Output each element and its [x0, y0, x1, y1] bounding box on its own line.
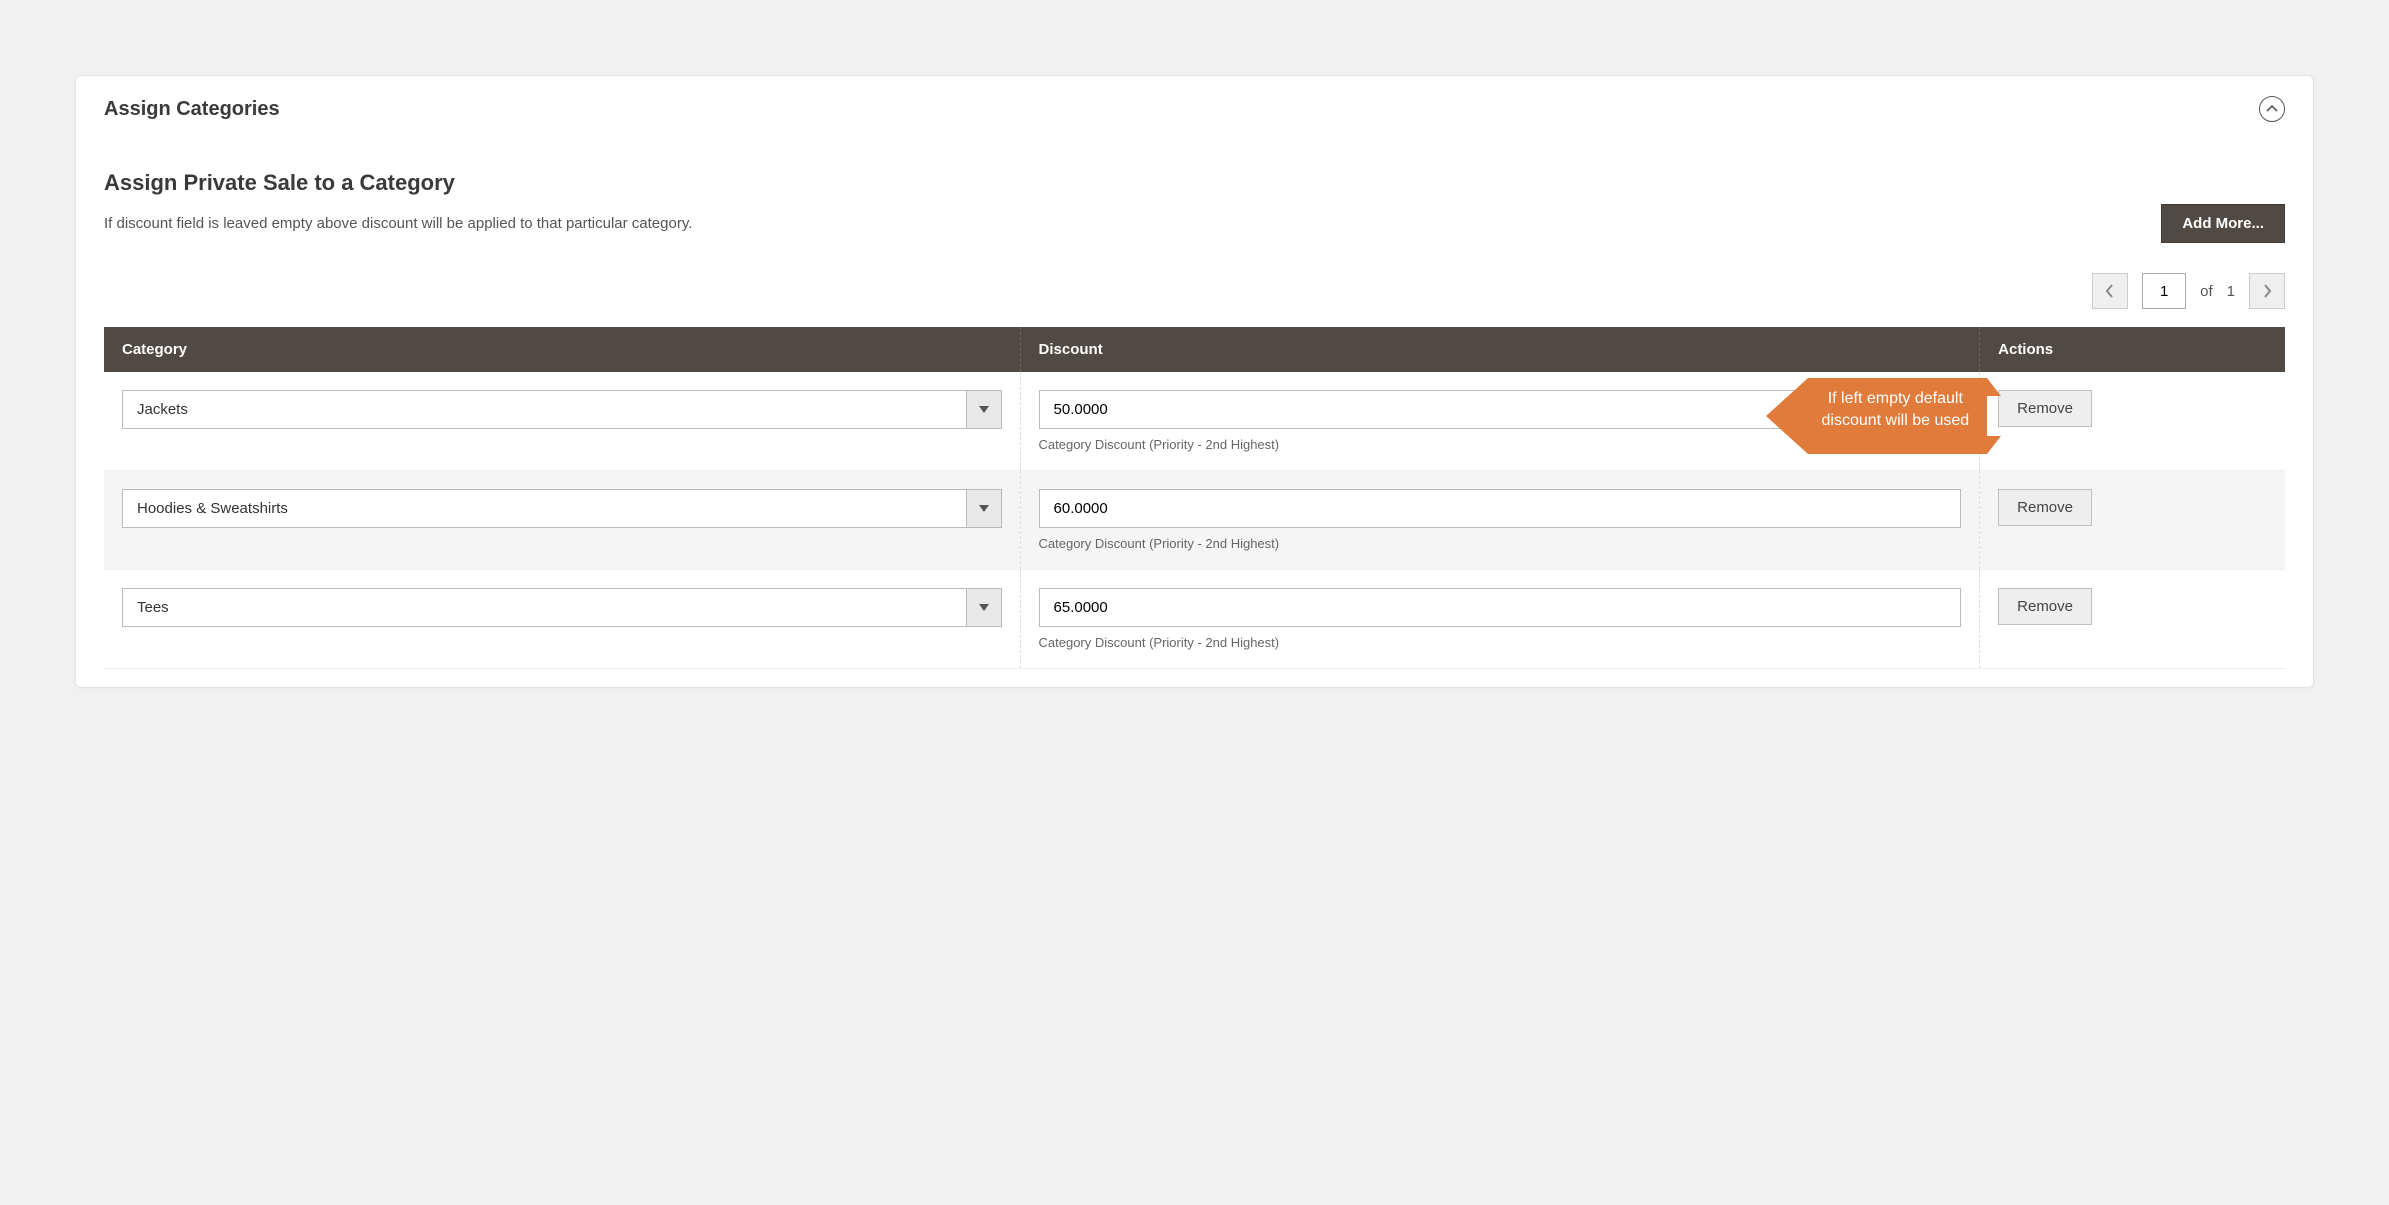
column-header-actions: Actions [1980, 327, 2285, 372]
pager-of-label: of [2200, 283, 2213, 300]
pager-prev-button[interactable] [2092, 273, 2128, 309]
add-more-button[interactable]: Add More... [2161, 204, 2285, 243]
category-select-value: Jackets [122, 390, 966, 429]
pager-total-pages: 1 [2227, 283, 2235, 300]
category-select-toggle[interactable] [966, 489, 1002, 528]
category-select[interactable]: Tees [122, 588, 1002, 627]
table-row: Jackets Category Discount (Priority - 2n… [104, 372, 2285, 471]
pager-next-button[interactable] [2249, 273, 2285, 309]
chevron-up-icon [2266, 103, 2278, 115]
panel-header: Assign Categories [76, 76, 2313, 142]
column-header-discount: Discount [1020, 327, 1980, 372]
help-row: If discount field is leaved empty above … [104, 204, 2285, 243]
help-text: If discount field is leaved empty above … [104, 215, 692, 232]
categories-grid: Category Discount Actions Jackets Catego… [104, 327, 2285, 669]
caret-down-icon [979, 604, 989, 612]
remove-button[interactable]: Remove [1998, 588, 2092, 625]
caret-down-icon [979, 406, 989, 414]
discount-input[interactable] [1039, 489, 1962, 528]
category-select-value: Hoodies & Sweatshirts [122, 489, 966, 528]
category-select-toggle[interactable] [966, 588, 1002, 627]
table-row: Hoodies & Sweatshirts Category Discount … [104, 471, 2285, 570]
pager-page-input[interactable] [2142, 273, 2186, 309]
remove-button[interactable]: Remove [1998, 390, 2092, 427]
section-body: Assign Private Sale to a Category If dis… [76, 170, 2313, 669]
caret-down-icon [979, 505, 989, 513]
column-header-category: Category [104, 327, 1020, 372]
table-row: Tees Category Discount (Priority - 2nd H… [104, 570, 2285, 669]
assign-categories-panel: Assign Categories Assign Private Sale to… [75, 75, 2314, 688]
panel-title: Assign Categories [104, 98, 280, 121]
collapse-button[interactable] [2259, 96, 2285, 122]
pager: of 1 [104, 273, 2285, 309]
category-select[interactable]: Hoodies & Sweatshirts [122, 489, 1002, 528]
chevron-right-icon [2262, 284, 2272, 298]
category-select-toggle[interactable] [966, 390, 1002, 429]
discount-hint: Category Discount (Priority - 2nd Highes… [1039, 437, 1962, 452]
discount-hint: Category Discount (Priority - 2nd Highes… [1039, 635, 1962, 650]
discount-hint: Category Discount (Priority - 2nd Highes… [1039, 536, 1962, 551]
remove-button[interactable]: Remove [1998, 489, 2092, 526]
category-select-value: Tees [122, 588, 966, 627]
discount-input[interactable] [1039, 390, 1962, 429]
chevron-left-icon [2105, 284, 2115, 298]
section-heading: Assign Private Sale to a Category [104, 170, 2285, 196]
category-select[interactable]: Jackets [122, 390, 1002, 429]
discount-input[interactable] [1039, 588, 1962, 627]
